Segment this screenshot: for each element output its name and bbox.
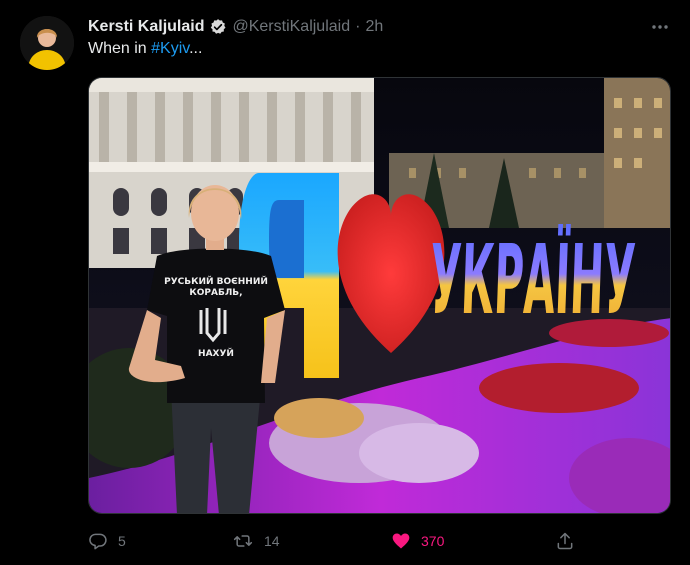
separator-dot: · bbox=[355, 18, 361, 35]
reply-button[interactable]: 5 bbox=[88, 528, 126, 554]
sign-text: УКРАЇНУ bbox=[428, 223, 637, 336]
tweet-header: Kersti Kaljulaid @KerstiKaljulaid · 2h bbox=[88, 16, 383, 38]
tweet-text-suffix: ... bbox=[189, 40, 203, 57]
tweet-text: When in #Kyiv... bbox=[88, 40, 202, 62]
share-upload-icon bbox=[555, 531, 575, 551]
heart-icon bbox=[391, 531, 411, 551]
shirt-text-line-1: РУСЬКИЙ ВОЄННИЙ bbox=[164, 275, 268, 287]
more-dots-icon[interactable] bbox=[648, 16, 672, 38]
tweet-actions: 5 14 370 bbox=[80, 528, 600, 554]
like-count: 370 bbox=[421, 533, 445, 549]
tweet-photo[interactable]: УКРАЇНУ РУСЬКИЙ ВОЄННИЙ КОРАБЛЬ, НАХУЙ bbox=[88, 77, 671, 514]
shirt-text-line-3: НАХУЙ bbox=[198, 347, 234, 359]
like-button[interactable]: 370 bbox=[391, 528, 444, 554]
retweet-count: 14 bbox=[264, 533, 280, 549]
author-handle[interactable]: @KerstiKaljulaid bbox=[232, 18, 350, 36]
retweet-icon bbox=[232, 531, 254, 551]
verified-badge-icon bbox=[209, 18, 227, 36]
shirt-text-line-2: КОРАБЛЬ, bbox=[189, 288, 242, 298]
tweet-text-prefix: When in bbox=[88, 40, 152, 57]
share-button[interactable] bbox=[555, 528, 575, 554]
hashtag-link[interactable]: #Kyiv bbox=[151, 40, 189, 57]
avatar[interactable] bbox=[20, 16, 74, 70]
timestamp[interactable]: 2h bbox=[365, 18, 383, 36]
retweet-button[interactable]: 14 bbox=[232, 528, 280, 554]
tweet[interactable]: Kersti Kaljulaid @KerstiKaljulaid · 2h W… bbox=[0, 0, 690, 565]
reply-count: 5 bbox=[118, 533, 126, 549]
author-display-name[interactable]: Kersti Kaljulaid bbox=[88, 18, 204, 36]
reply-bubble-icon bbox=[88, 531, 108, 551]
